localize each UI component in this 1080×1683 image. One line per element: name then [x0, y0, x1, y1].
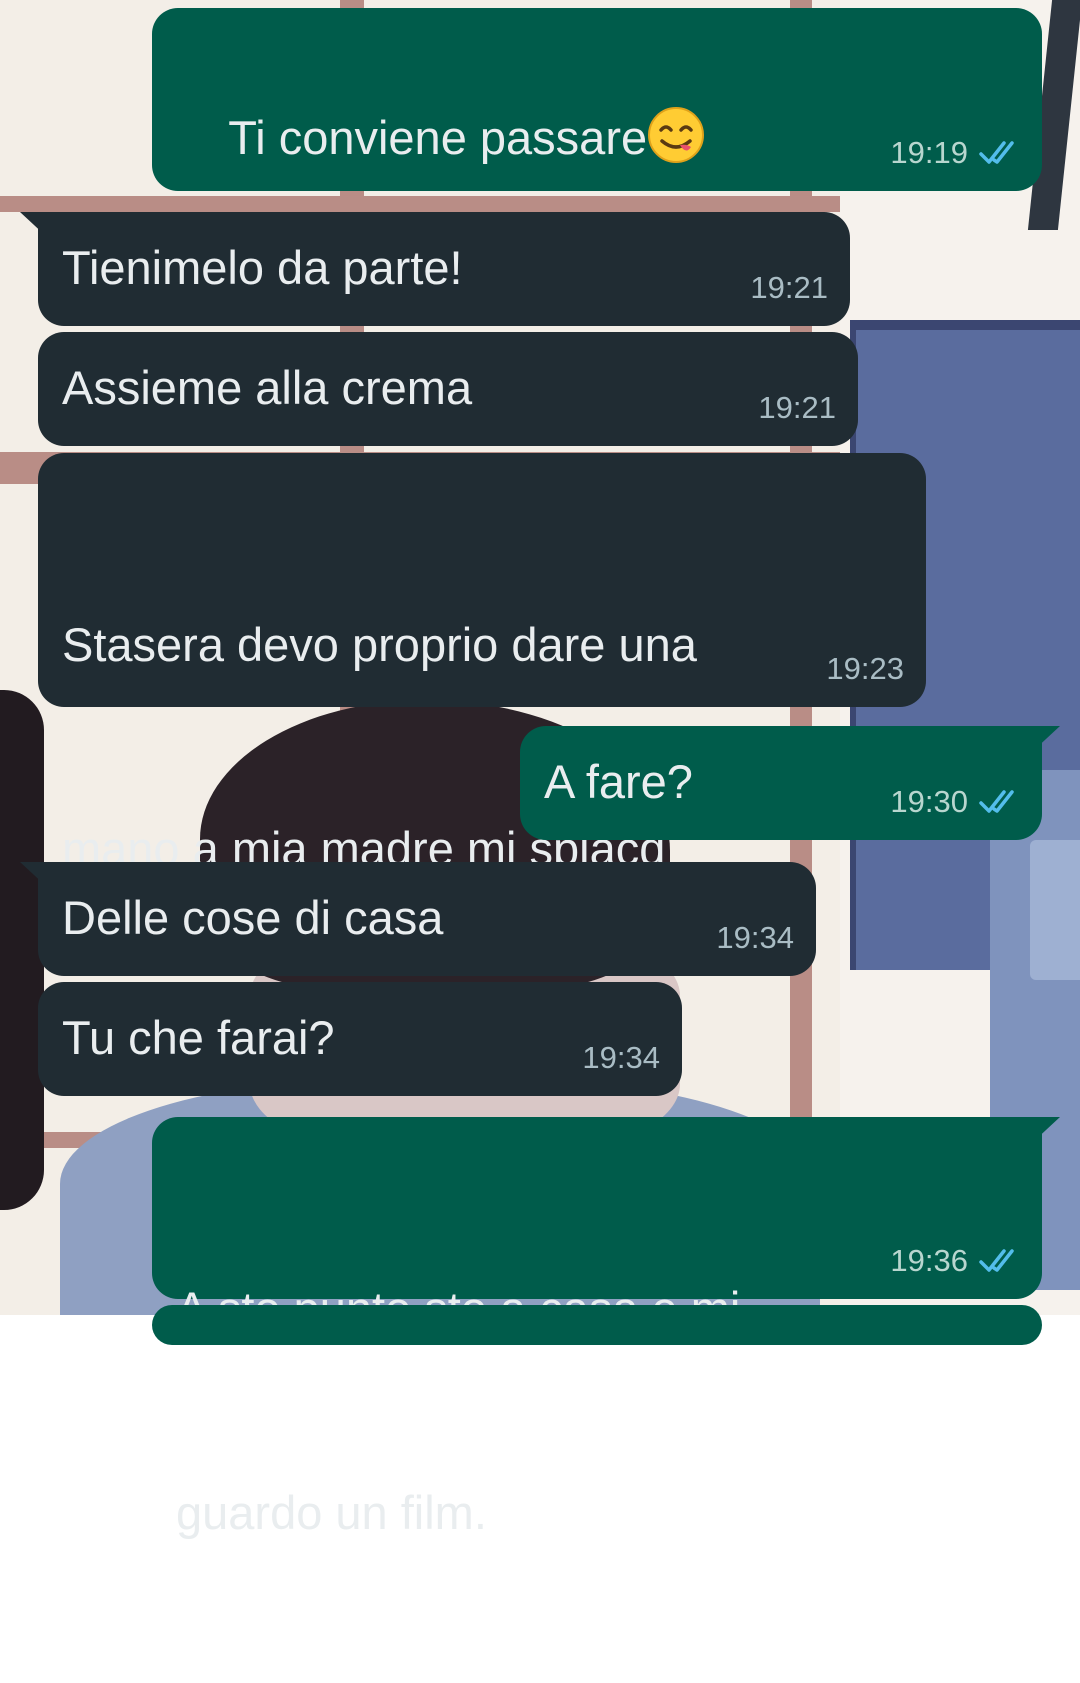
message-text: Delle cose di casa [62, 891, 444, 944]
message-meta: 19:30 [890, 784, 1020, 820]
message-time: 19:34 [582, 1040, 660, 1075]
bubble-tail [20, 862, 48, 888]
message-bubble-incoming[interactable]: Stasera devo proprio dare una mano a mia… [38, 453, 926, 875]
message-text: A sto punto sto a casa e mi guardo un fi… [176, 1139, 740, 1683]
message-meta: 19:34 [582, 1040, 660, 1076]
message-bubble-incoming[interactable]: Tu che farai? 19:34 [38, 982, 682, 1096]
bubble-tail [1032, 1117, 1060, 1143]
message-time: 19:36 [890, 1243, 968, 1278]
message-text: Tienimelo da parte! [62, 241, 463, 294]
message-bubble-outgoing-partial[interactable] [152, 1305, 1042, 1345]
message-bubble-incoming[interactable]: Delle cose di casa 19:34 [20, 862, 816, 976]
bubble-tail [1032, 726, 1060, 752]
double-check-icon [979, 790, 1014, 813]
message-time: 19:19 [890, 135, 968, 170]
message-meta: 19:21 [758, 390, 836, 426]
message-text-line: guardo un film. [176, 1486, 487, 1539]
message-text: Assieme alla crema [62, 361, 473, 414]
message-text: Tu che farai? [62, 1011, 335, 1064]
message-time: 19:30 [890, 784, 968, 819]
message-text: Ti conviene passare [176, 36, 705, 240]
message-text-line: Stasera devo proprio dare una [62, 618, 697, 671]
message-bubble-incoming[interactable]: Tienimelo da parte! 19:21 [20, 212, 850, 326]
face-savoring-food-emoji-icon [648, 107, 705, 163]
wallpaper-screen-detail [1030, 840, 1080, 980]
message-text: A fare? [544, 755, 693, 808]
message-bubble-outgoing[interactable]: A fare? 19:30 [520, 726, 1060, 840]
message-time: 19:23 [826, 651, 904, 686]
message-meta: 19:21 [750, 270, 828, 306]
message-meta: 19:19 [890, 135, 1020, 171]
message-bubble-outgoing[interactable]: Ti conviene passare 19:19 [152, 8, 1042, 191]
message-bubble-outgoing[interactable]: A sto punto sto a casa e mi guardo un fi… [152, 1117, 1060, 1539]
bubble-tail [20, 212, 48, 238]
message-meta: 19:34 [716, 920, 794, 956]
message-bubble-incoming[interactable]: Assieme alla crema 19:21 [38, 332, 858, 446]
message-time: 19:21 [750, 270, 828, 305]
message-time: 19:34 [716, 920, 794, 955]
message-meta: 19:36 [890, 1243, 1020, 1279]
double-check-icon [979, 141, 1014, 164]
message-meta: 19:23 [826, 651, 904, 687]
double-check-icon [979, 1249, 1014, 1272]
message-time: 19:21 [758, 390, 836, 425]
